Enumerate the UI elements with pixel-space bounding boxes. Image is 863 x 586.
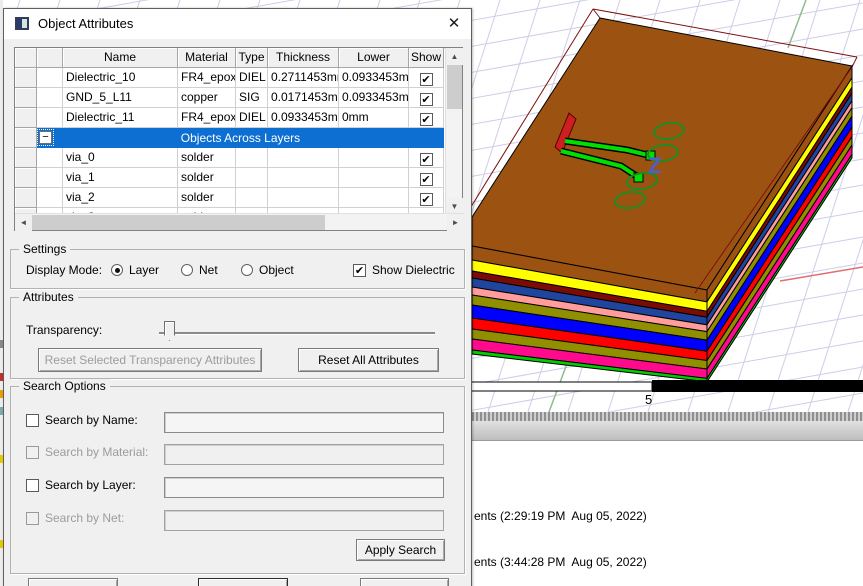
- dialog-bottom-button-3[interactable]: [360, 578, 449, 586]
- table-row[interactable]: via_2solder✔: [15, 188, 444, 208]
- column-header[interactable]: Show: [409, 48, 444, 68]
- message-line: ents (2:29:19 PM Aug 05, 2022): [474, 509, 647, 523]
- search-by-name-input[interactable]: [164, 412, 444, 433]
- show-checkbox[interactable]: ✔: [420, 73, 433, 86]
- attributes-group: Attributes Transparency: Reset Selected …: [10, 297, 465, 379]
- z-axis-label: Z: [648, 153, 661, 178]
- group-row-objects-across-layers[interactable]: −Objects Across Layers: [37, 128, 444, 148]
- search-by-name-checkbox[interactable]: [26, 414, 39, 427]
- reset-all-attributes-button[interactable]: Reset All Attributes: [298, 348, 439, 372]
- dialog-titlebar[interactable]: Object Attributes ✕: [4, 9, 471, 39]
- table-row[interactable]: via_1solder✔: [15, 168, 444, 188]
- search-by-material-checkbox[interactable]: [26, 446, 39, 459]
- search-by-net-input: [164, 510, 444, 531]
- radio-net-label[interactable]: Net: [199, 263, 218, 277]
- search-by-layer-label: Search by Layer:: [45, 478, 136, 492]
- table-row[interactable]: via_0solder✔: [15, 148, 444, 168]
- layers-table[interactable]: NameMaterialTypeThicknessLowerShowDielec…: [14, 47, 463, 231]
- show-checkbox[interactable]: ✔: [420, 193, 433, 206]
- vscroll-thumb[interactable]: [447, 65, 462, 109]
- hscroll-thumb[interactable]: [32, 215, 325, 230]
- dialog-bottom-button-1[interactable]: [28, 578, 118, 586]
- attributes-legend: Attributes: [19, 290, 78, 304]
- column-header[interactable]: Name: [63, 48, 178, 68]
- settings-group: Settings Display Mode: Layer Net Object …: [10, 249, 465, 289]
- search-by-material-label: Search by Material:: [45, 445, 148, 459]
- scroll-left-icon[interactable]: ◄: [15, 214, 32, 231]
- radio-net[interactable]: [181, 264, 193, 276]
- search-by-net-label: Search by Net:: [45, 511, 124, 525]
- show-checkbox[interactable]: ✔: [420, 173, 433, 186]
- transparency-slider-thumb[interactable]: [164, 321, 175, 341]
- settings-legend: Settings: [19, 242, 70, 256]
- table-row[interactable]: −Objects Across Layers: [15, 128, 444, 148]
- table-row[interactable]: GND_5_L11copperSIG0.0171453mm0.0933453mm…: [15, 88, 444, 108]
- column-header[interactable]: Thickness: [268, 48, 339, 68]
- search-by-layer-input[interactable]: [164, 477, 444, 498]
- scale-ruler-label: 5: [645, 392, 652, 407]
- dialog-bottom-button-2[interactable]: [198, 578, 288, 586]
- table-header-row: NameMaterialTypeThicknessLowerShow: [15, 48, 444, 68]
- radio-object-label[interactable]: Object: [259, 263, 294, 277]
- collapse-icon[interactable]: −: [39, 131, 52, 144]
- show-dielectric-checkbox[interactable]: ✔: [353, 264, 366, 277]
- radio-layer[interactable]: [111, 264, 123, 276]
- apply-search-button[interactable]: Apply Search: [356, 539, 445, 561]
- show-checkbox[interactable]: ✔: [420, 153, 433, 166]
- table-row[interactable]: Dielectric_11FR4_epoxyDIEL0.0933453mm0mm…: [15, 108, 444, 128]
- search-by-net-checkbox[interactable]: [26, 512, 39, 525]
- radio-layer-label[interactable]: Layer: [129, 263, 159, 277]
- dialog-title: Object Attributes: [38, 9, 133, 39]
- column-header[interactable]: [15, 48, 37, 68]
- table-row[interactable]: Dielectric_10FR4_epoxyDIEL0.2711453mm0.0…: [15, 68, 444, 88]
- close-icon[interactable]: ✕: [445, 15, 463, 33]
- reset-selected-transparency-button[interactable]: Reset Selected Transparency Attributes: [38, 348, 262, 372]
- column-header[interactable]: [37, 48, 63, 68]
- radio-object[interactable]: [241, 264, 253, 276]
- scroll-up-icon[interactable]: ▲: [446, 48, 463, 65]
- show-checkbox[interactable]: ✔: [420, 113, 433, 126]
- scroll-right-icon[interactable]: ►: [447, 214, 464, 231]
- column-header[interactable]: Material: [178, 48, 236, 68]
- column-header[interactable]: Type: [236, 48, 268, 68]
- object-attributes-dialog: Object Attributes ✕ NameMaterialTypeThic…: [3, 8, 472, 586]
- dialog-icon: [15, 17, 29, 30]
- search-by-name-label: Search by Name:: [45, 413, 138, 427]
- display-mode-label: Display Mode:: [26, 263, 102, 277]
- show-checkbox[interactable]: ✔: [420, 93, 433, 106]
- search-options-group: Search Options Search by Name: Search by…: [10, 386, 465, 574]
- app-canvas: Z 5 ents (2:29:19 PM Aug 05, 2022) ents …: [0, 0, 863, 586]
- show-dielectric-label[interactable]: Show Dielectric: [372, 263, 455, 277]
- vertical-scrollbar[interactable]: ▲ ▼: [445, 48, 462, 215]
- transparency-label: Transparency:: [26, 323, 102, 337]
- group-row-label: Objects Across Layers: [37, 131, 444, 145]
- search-options-legend: Search Options: [19, 379, 110, 393]
- message-line: ents (3:44:28 PM Aug 05, 2022): [474, 555, 647, 569]
- horizontal-scrollbar[interactable]: ◄ ►: [15, 213, 464, 230]
- transparency-slider-track[interactable]: [159, 332, 435, 334]
- search-by-material-input: [164, 444, 444, 465]
- search-by-layer-checkbox[interactable]: [26, 479, 39, 492]
- column-header[interactable]: Lower: [339, 48, 409, 68]
